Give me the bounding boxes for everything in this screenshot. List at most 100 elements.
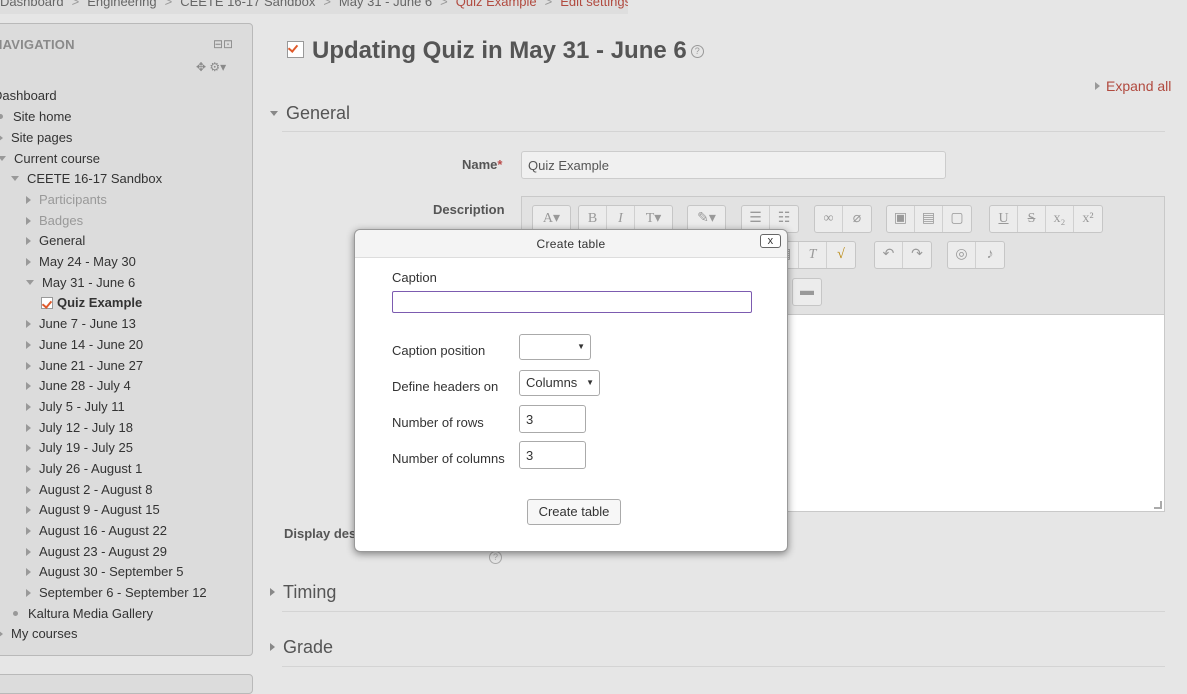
breadcrumb-week[interactable]: May 31 - June 6: [339, 0, 432, 9]
expand-icon: [26, 588, 31, 597]
expand-icon: [26, 505, 31, 514]
link-icon[interactable]: ∞: [815, 206, 843, 232]
nav-week[interactable]: July 26 - August 1: [26, 459, 142, 479]
expand-icon: [26, 319, 31, 328]
nav-week[interactable]: July 12 - July 18: [26, 418, 133, 438]
breadcrumb-separator: >: [71, 0, 80, 9]
headers-label: Define headers on: [392, 379, 499, 394]
nav-week[interactable]: July 19 - July 25: [26, 438, 133, 458]
expand-icon: [1095, 82, 1100, 91]
nav-course[interactable]: CEETE 16-17 Sandbox: [11, 169, 162, 189]
nav-week[interactable]: August 9 - August 15: [26, 500, 160, 520]
nav-week[interactable]: August 23 - August 29: [26, 542, 167, 562]
caption-position-select[interactable]: ▼: [519, 334, 591, 360]
nav-week-current[interactable]: May 31 - June 6: [26, 273, 135, 293]
dock-block-icon[interactable]: ⊟⊡: [213, 37, 233, 51]
nav-site-home[interactable]: Site home: [0, 107, 72, 127]
file-icon[interactable]: ▢: [943, 206, 971, 232]
equation-icon[interactable]: √: [827, 242, 855, 268]
redo-icon[interactable]: ↷: [903, 242, 931, 268]
expand-icon: [26, 257, 31, 266]
nav-participants[interactable]: Participants: [26, 190, 107, 210]
section-timing-header[interactable]: Timing: [270, 582, 336, 603]
accessibility-checker-icon[interactable]: ◎: [948, 242, 976, 268]
unlink-icon[interactable]: ⌀: [843, 206, 871, 232]
resize-handle-icon[interactable]: [1154, 501, 1162, 509]
name-input[interactable]: [521, 151, 946, 179]
expand-icon: [26, 485, 31, 494]
nav-badges[interactable]: Badges: [26, 211, 83, 231]
nav-site-pages[interactable]: Site pages: [0, 128, 72, 148]
nav-kaltura[interactable]: Kaltura Media Gallery: [13, 604, 153, 624]
nav-week[interactable]: August 16 - August 22: [26, 521, 167, 541]
superscript-icon[interactable]: x²: [1074, 206, 1102, 232]
toolbar-group-access: ◎ ♪: [947, 241, 1005, 269]
nav-week[interactable]: June 21 - June 27: [26, 356, 143, 376]
breadcrumb-course[interactable]: CEETE 16-17 Sandbox: [180, 0, 315, 9]
expand-icon: [26, 361, 31, 370]
collapse-icon: [270, 110, 278, 116]
close-button[interactable]: x: [760, 234, 781, 248]
nav-current-course[interactable]: Current course: [0, 149, 100, 169]
expand-all-link[interactable]: Expand all: [1095, 78, 1171, 94]
section-grade-header[interactable]: Grade: [270, 637, 333, 658]
record-video-icon[interactable]: ▬: [793, 279, 821, 305]
subscript-icon[interactable]: x₂: [1046, 206, 1074, 232]
screenreader-helper-icon[interactable]: ♪: [976, 242, 1004, 268]
nav-week[interactable]: July 5 - July 11: [26, 397, 125, 417]
page-title: Updating Quiz in May 31 - June 6?: [287, 37, 704, 65]
expand-icon: [26, 381, 31, 390]
create-table-button[interactable]: Create table: [527, 499, 621, 525]
name-label: Name*: [462, 157, 503, 172]
expand-icon: [26, 443, 31, 452]
clear-format-icon[interactable]: T: [799, 242, 827, 268]
nav-week[interactable]: May 24 - May 30: [26, 252, 136, 272]
nav-week[interactable]: August 2 - August 8: [26, 480, 152, 500]
nav-week[interactable]: September 6 - September 12: [26, 583, 207, 603]
breadcrumb-separator: >: [440, 0, 448, 9]
breadcrumb-dashboard[interactable]: Dashboard: [0, 0, 64, 9]
breadcrumb-separator: >: [164, 0, 173, 9]
help-icon[interactable]: ?: [489, 551, 502, 564]
breadcrumb-quiz[interactable]: Quiz Example: [456, 0, 537, 9]
nav-my-courses[interactable]: My courses: [0, 624, 77, 644]
image-icon[interactable]: ▣: [887, 206, 915, 232]
caption-input[interactable]: [392, 291, 752, 313]
underline-icon[interactable]: U: [990, 206, 1018, 232]
nav-general[interactable]: General: [26, 231, 85, 251]
nav-week[interactable]: June 14 - June 20: [26, 335, 143, 355]
media-icon[interactable]: ▤: [915, 206, 943, 232]
undo-icon[interactable]: ↶: [875, 242, 903, 268]
collapse-icon: [11, 176, 19, 182]
help-icon[interactable]: ?: [690, 45, 704, 59]
breadcrumb-engineering[interactable]: Engineering: [87, 0, 156, 9]
breadcrumb: Dashboard > Engineering > CEETE 16-17 Sandbo…: [0, 0, 628, 14]
toolbar-group-history: ↶ ↷: [874, 241, 932, 269]
dialog-title: Create table: [536, 237, 606, 251]
nav-dashboard[interactable]: Dashboard: [0, 86, 57, 106]
navigation-block: NAVIGATION ⊟⊡ ✥ ⚙▾ Dashboard Site home S…: [0, 23, 253, 656]
breadcrumb-edit-settings[interactable]: Edit settings: [560, 0, 628, 9]
toolbar-group-record: ▬: [792, 278, 822, 306]
expand-icon: [26, 464, 31, 473]
quiz-icon: [287, 41, 304, 59]
bullet-icon: [13, 611, 18, 617]
breadcrumb-separator: >: [544, 0, 553, 9]
nav-week[interactable]: August 30 - September 5: [26, 562, 184, 582]
chevron-down-icon: ▼: [577, 342, 585, 351]
caption-label: Caption: [392, 270, 437, 285]
expand-icon: [270, 643, 275, 652]
strikethrough-icon[interactable]: S: [1018, 206, 1046, 232]
nav-week[interactable]: June 7 - June 13: [26, 314, 136, 334]
nav-quiz-example[interactable]: Quiz Example: [41, 293, 142, 313]
toolbar-group-media: ▣ ▤ ▢: [886, 205, 972, 233]
expand-icon: [0, 133, 3, 142]
headers-select[interactable]: Columns ▼: [519, 370, 600, 396]
nav-week[interactable]: June 28 - July 4: [26, 376, 131, 396]
create-table-dialog: Create table x Caption Caption position …: [354, 229, 788, 552]
columns-input[interactable]: [519, 441, 586, 469]
section-general-header[interactable]: General: [270, 103, 350, 124]
rows-input[interactable]: [519, 405, 586, 433]
expand-icon: [270, 588, 275, 597]
block-actions-icon[interactable]: ✥ ⚙▾: [196, 60, 226, 74]
